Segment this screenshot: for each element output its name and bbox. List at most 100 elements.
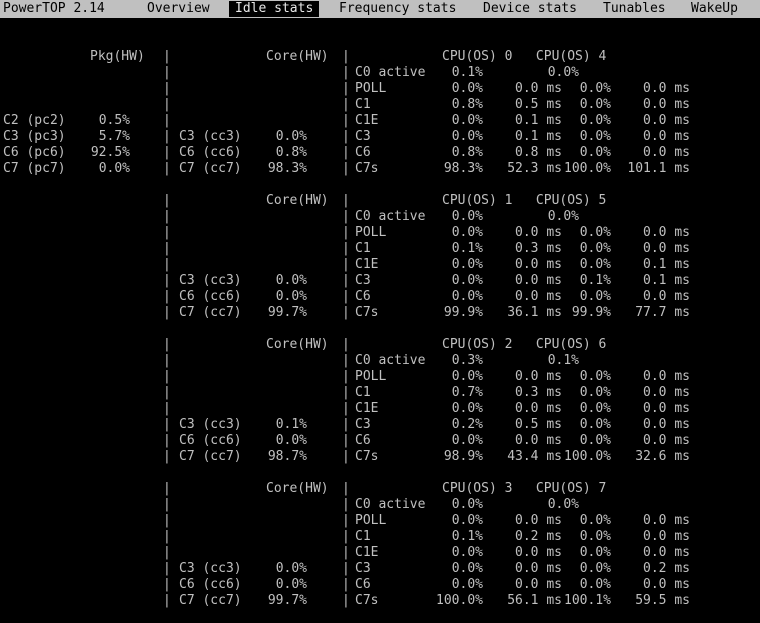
table-row: | | C0 active 0.0% 0.0% bbox=[0, 209, 760, 225]
table-row: | C3 (cc3) 0.1% | C3 0.2% 0.5 ms 0.0% 0.0 ms bbox=[0, 417, 760, 433]
column-separator: | bbox=[163, 417, 171, 432]
cpu-a-percent: 0.0% bbox=[451, 209, 483, 224]
tab-idle-stats[interactable]: Idle stats bbox=[229, 1, 320, 17]
column-separator: | bbox=[342, 193, 350, 208]
core-hw-header: Core(HW) bbox=[266, 193, 329, 208]
cpu-a-time: 0.0 ms bbox=[515, 273, 562, 288]
cpu-a-percent: 0.0% bbox=[451, 545, 483, 560]
column-separator: | bbox=[342, 289, 350, 304]
table-row: C7 (pc7) 0.0% | C7 (cc7) 98.3% | C7s 98.3% 52.3 … bbox=[0, 161, 760, 177]
column-separator: | bbox=[342, 129, 350, 144]
cpu-state-name: C1 bbox=[355, 241, 371, 256]
cpu-b-time: 0.0 ms bbox=[643, 113, 690, 128]
column-separator: | bbox=[342, 433, 350, 448]
column-separator: | bbox=[342, 449, 350, 464]
block-header-row: | Core(HW) | CPU(OS) 3 CPU(OS) 7 bbox=[0, 481, 760, 497]
cpu-a-time: 0.0 ms bbox=[515, 401, 562, 416]
column-separator: | bbox=[163, 289, 171, 304]
cpu-a-time: 0.0 ms bbox=[515, 81, 562, 96]
column-separator: | bbox=[342, 81, 350, 96]
cpu-b-percent: 0.0% bbox=[579, 241, 611, 256]
cpu-b-percent: 0.0% bbox=[579, 513, 611, 528]
core-state-name: C3 (cc3) bbox=[179, 129, 242, 144]
cpu-state-name: POLL bbox=[355, 513, 387, 528]
column-separator: | bbox=[163, 129, 171, 144]
column-separator: | bbox=[163, 209, 171, 224]
column-separator: | bbox=[342, 417, 350, 432]
cpu-a-percent: 0.0% bbox=[451, 401, 483, 416]
cpu-b-time: 77.7 ms bbox=[635, 305, 690, 320]
tab-device-stats[interactable]: Device stats bbox=[483, 1, 577, 17]
table-row: | C6 (cc6) 0.0% | C6 0.0% 0.0 ms 0.0% 0.0 ms bbox=[0, 433, 760, 449]
tab-tunables[interactable]: Tunables bbox=[603, 1, 666, 17]
cpu-b-percent: 0.1% bbox=[579, 273, 611, 288]
cpu-b-percent: 0.0% bbox=[579, 417, 611, 432]
cpu-a-percent: 0.0% bbox=[451, 225, 483, 240]
core-hw-header: Core(HW) bbox=[266, 337, 329, 352]
cpu-os-header: CPU(OS) 0 CPU(OS) 4 bbox=[442, 49, 607, 64]
tab-overview[interactable]: Overview bbox=[147, 1, 210, 17]
cpu-a-percent: 0.0% bbox=[451, 129, 483, 144]
cpu-a-percent: 0.3% bbox=[451, 353, 483, 368]
column-separator: | bbox=[342, 113, 350, 128]
cpu-b-time: 0.1 ms bbox=[643, 257, 690, 272]
column-separator: | bbox=[163, 257, 171, 272]
cpu-b-time: 0.0 ms bbox=[643, 81, 690, 96]
cpu-state-name: C7s bbox=[355, 161, 379, 176]
table-row: | C6 (cc6) 0.0% | C6 0.0% 0.0 ms 0.0% 0.0 ms bbox=[0, 289, 760, 305]
cpu-b-time: 0.0 ms bbox=[643, 417, 690, 432]
core-hw-header: Core(HW) bbox=[266, 49, 329, 64]
cpu-state-name: C3 bbox=[355, 273, 371, 288]
cpu-a-time: 56.1 ms bbox=[507, 593, 562, 608]
cpu-a-percent: 0.8% bbox=[451, 145, 483, 160]
core-state-name: C6 (cc6) bbox=[179, 433, 242, 448]
cpu-b-percent: 0.0% bbox=[579, 145, 611, 160]
column-separator: | bbox=[163, 577, 171, 592]
cpu-b-time: 0.0 ms bbox=[643, 145, 690, 160]
cpu-b-time: 0.0 ms bbox=[643, 513, 690, 528]
pkg-state-value: 0.5% bbox=[98, 113, 130, 128]
cpu-state-name: C0 active bbox=[355, 353, 426, 368]
cpu-a-percent: 0.0% bbox=[451, 369, 483, 384]
table-row: | C3 (cc3) 0.0% | C3 0.0% 0.0 ms 0.0% 0.2 ms bbox=[0, 561, 760, 577]
cpu-a-time: 0.8 ms bbox=[515, 145, 562, 160]
cpu-a-time: 43.4 ms bbox=[507, 449, 562, 464]
column-separator: | bbox=[163, 241, 171, 256]
cpu-state-name: C1E bbox=[355, 401, 379, 416]
cpu-a-percent: 0.0% bbox=[451, 497, 483, 512]
pkg-state-name: C2 (pc2) bbox=[3, 113, 66, 128]
column-separator: | bbox=[342, 513, 350, 528]
block-header-row: Pkg(HW) | Core(HW) | CPU(OS) 0 CPU(OS) 4 bbox=[0, 49, 760, 65]
column-separator: | bbox=[163, 433, 171, 448]
cpu-a-time: 0.5 ms bbox=[515, 417, 562, 432]
cpu-a-percent: 0.0% bbox=[451, 433, 483, 448]
cpu-b-percent: 0.0% bbox=[579, 545, 611, 560]
cpu-a-percent: 0.0% bbox=[451, 513, 483, 528]
core-state-name: C7 (cc7) bbox=[179, 593, 242, 608]
cpu-b-time: 0.0 ms bbox=[643, 577, 690, 592]
column-separator: | bbox=[342, 353, 350, 368]
table-row: | | C0 active 0.0% 0.0% bbox=[0, 497, 760, 513]
column-separator: | bbox=[342, 97, 350, 112]
cpu-b-percent: 0.0% bbox=[579, 257, 611, 272]
cpu-state-name: C6 bbox=[355, 433, 371, 448]
cpu-b-percent: 0.0% bbox=[579, 289, 611, 304]
cpu-a-time: 36.1 ms bbox=[507, 305, 562, 320]
tab-frequency-stats[interactable]: Frequency stats bbox=[339, 1, 456, 17]
cpu-b-percent: 0.0% bbox=[579, 129, 611, 144]
cpu-state-name: C3 bbox=[355, 561, 371, 576]
cpu-b-percent: 100.0% bbox=[564, 161, 611, 176]
table-row: C6 (pc6) 92.5% | C6 (cc6) 0.8% | C6 0.8% 0.8 ms 0… bbox=[0, 145, 760, 161]
column-separator: | bbox=[163, 369, 171, 384]
tab-wakeup[interactable]: WakeUp bbox=[691, 1, 738, 17]
table-row: | C7 (cc7) 98.7% | C7s 98.9% 43.4 ms 100.0% 32.6… bbox=[0, 449, 760, 465]
column-separator: | bbox=[163, 545, 171, 560]
cpu-a-percent: 0.1% bbox=[451, 529, 483, 544]
core-state-value: 0.8% bbox=[275, 145, 307, 160]
cpu-b-percent: 0.0% bbox=[579, 433, 611, 448]
cpu-a-time: 0.1 ms bbox=[515, 129, 562, 144]
cpu-b-time: 0.0 ms bbox=[643, 97, 690, 112]
cpu-b-percent: 100.0% bbox=[564, 449, 611, 464]
